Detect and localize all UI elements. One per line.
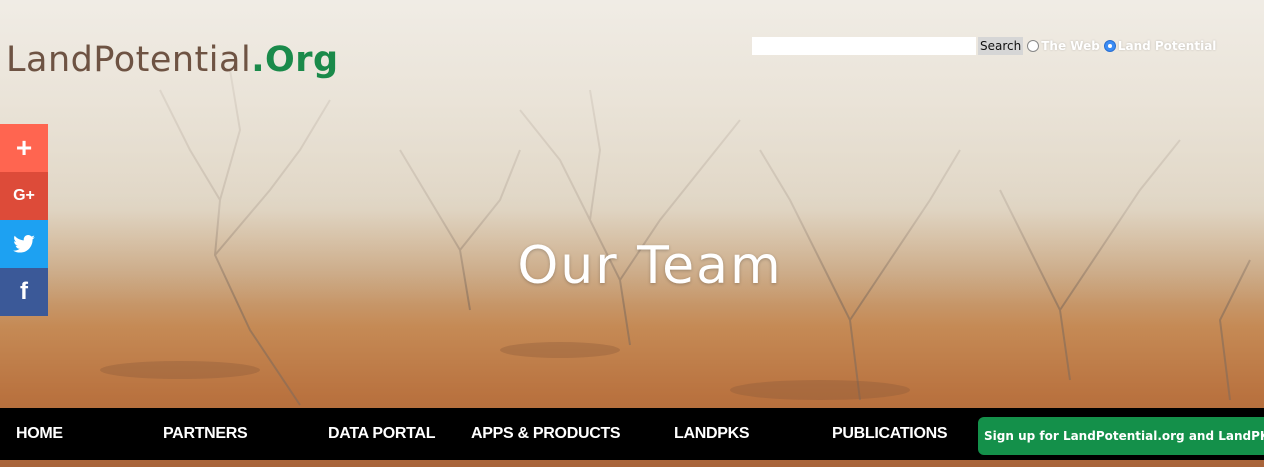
nav-item-partners[interactable]: PARTNERS <box>163 425 248 443</box>
nav-item-data-portal[interactable]: DATA PORTAL <box>328 425 436 443</box>
nav-item-landpks[interactable]: LANDPKS <box>674 425 750 443</box>
radio-label-the-web: The Web <box>1041 39 1100 53</box>
plus-icon: + <box>15 132 33 163</box>
nav-item-publications[interactable]: PUBLICATIONS <box>832 425 948 443</box>
search-button[interactable]: Search <box>978 37 1024 55</box>
signup-button[interactable]: Sign up for LandPotential.org and LandPK… <box>978 417 1264 455</box>
google-plus-icon: G+ <box>13 187 35 204</box>
search-input[interactable] <box>752 37 976 55</box>
share-google-plus-button[interactable]: G+ <box>0 172 48 220</box>
page-title: Our Team <box>517 236 783 296</box>
site-logo[interactable]: LandPotential.Org <box>6 40 339 80</box>
radio-the-web[interactable] <box>1027 40 1040 52</box>
page: LandPotential.Org Search The Web Land Po… <box>0 0 1264 467</box>
radio-land-potential[interactable] <box>1103 40 1116 52</box>
share-plus-button[interactable]: + <box>0 124 48 172</box>
radio-label-land-potential: Land Potential <box>1117 39 1217 53</box>
nav-item-apps-products[interactable]: APPS & PRODUCTS <box>471 425 621 443</box>
logo-text-landpotential: LandPotential <box>6 40 252 80</box>
search-form: Search The Web Land Potential <box>752 37 1216 55</box>
nav-item-home[interactable]: HOME <box>16 425 63 443</box>
logo-text-org: .Org <box>251 40 339 80</box>
